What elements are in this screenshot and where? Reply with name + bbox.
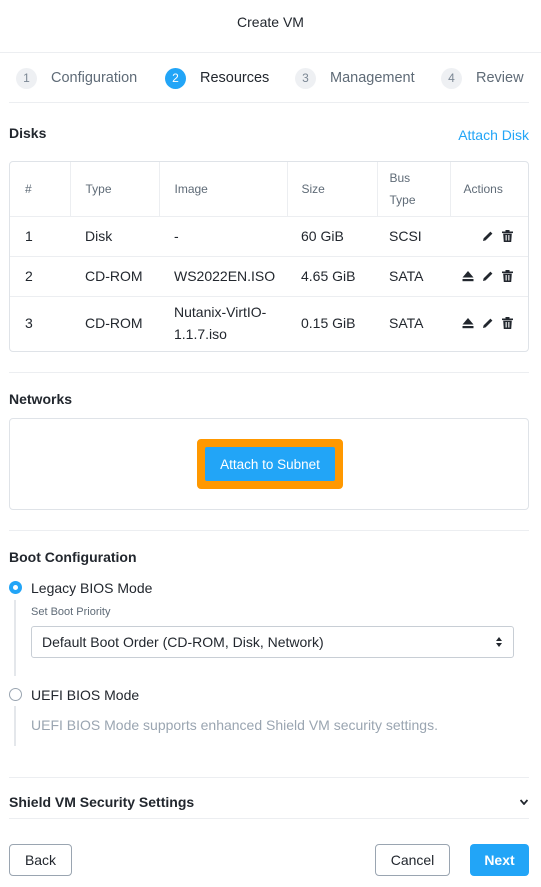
boot-config-title: Boot Configuration [9, 549, 137, 565]
edit-icon[interactable] [482, 270, 494, 282]
disks-title: Disks [9, 125, 47, 141]
table-header: # Type Image Size Bus Type Actions [10, 162, 528, 216]
cell-index: 3 [10, 295, 70, 350]
cell-type: CD-ROM [70, 255, 159, 296]
step-configuration[interactable]: 1 Configuration [16, 66, 137, 90]
uefi-bios-hint: UEFI BIOS Mode supports enhanced Shield … [31, 717, 438, 733]
title-divider [0, 52, 541, 53]
step-review[interactable]: 4 Review [441, 66, 524, 90]
boot-priority-label: Set Boot Priority [31, 606, 111, 618]
uefi-bios-label[interactable]: UEFI BIOS Mode [31, 687, 139, 703]
eject-icon[interactable] [462, 317, 474, 329]
boot-divider [9, 777, 529, 778]
step-number: 4 [441, 67, 462, 89]
step-resources[interactable]: 2 Resources [165, 66, 269, 90]
steps-divider [9, 102, 529, 103]
legacy-bios-radio[interactable] [9, 581, 22, 594]
col-image: Image [158, 162, 287, 216]
chevron-down-icon [520, 799, 528, 805]
disks-table: # Type Image Size Bus Type Actions 1 Disk… [9, 161, 529, 352]
delete-icon[interactable] [502, 317, 513, 330]
shield-vm-title: Shield VM Security Settings [9, 794, 195, 810]
cell-size: 0.15 GiB [287, 295, 377, 350]
attach-subnet-highlight: Attach to Subnet [197, 439, 343, 489]
table-row: 3 CD-ROM Nutanix-VirtIO- 1.1.7.iso 0.15 G… [10, 295, 528, 350]
cell-index: 2 [10, 255, 70, 296]
image-line2: 1.1.7.iso [174, 326, 227, 343]
cell-image: - [159, 215, 287, 256]
cell-actions [450, 215, 528, 256]
cell-actions [450, 295, 528, 350]
col-type: Type [69, 162, 159, 216]
step-label: Review [476, 70, 524, 86]
cell-bus: SATA [377, 295, 450, 350]
eject-icon[interactable] [462, 270, 474, 282]
edit-icon[interactable] [482, 230, 494, 242]
step-label: Configuration [51, 70, 138, 86]
step-label: Resources [200, 70, 270, 86]
step-label: Management [330, 70, 415, 86]
wizard-steps: 1 Configuration 2 Resources 3 Management… [0, 66, 541, 90]
step-number: 3 [295, 67, 316, 89]
cancel-button[interactable]: Cancel [375, 844, 450, 876]
col-bus-type: Bus Type [376, 162, 450, 216]
cell-type: Disk [70, 215, 159, 256]
next-button[interactable]: Next [470, 844, 529, 876]
table-row: 1 Disk - 60 GiB SCSI [10, 215, 528, 256]
table-row: 2 CD-ROM WS2022EN.ISO 4.65 GiB SATA [10, 255, 528, 296]
image-line1: Nutanix-VirtIO- [174, 304, 267, 321]
select-caret-icon [496, 637, 502, 647]
col-size: Size [286, 162, 377, 216]
delete-icon[interactable] [502, 230, 513, 242]
legacy-indent-line [14, 600, 16, 676]
legacy-bios-label[interactable]: Legacy BIOS Mode [31, 580, 152, 596]
attach-disk-link[interactable]: Attach Disk [458, 127, 529, 143]
col-actions: Actions [449, 162, 528, 216]
attach-to-subnet-button[interactable]: Attach to Subnet [205, 447, 335, 481]
col-bus-line2: Type [389, 192, 416, 207]
step-number: 2 [165, 67, 186, 89]
col-bus-line1: Bus [389, 170, 411, 185]
cell-index: 1 [10, 215, 70, 256]
cell-size: 4.65 GiB [287, 255, 377, 296]
uefi-bios-radio[interactable] [9, 688, 22, 701]
boot-priority-value: Default Boot Order (CD-ROM, Disk, Networ… [42, 634, 324, 650]
cell-type: CD-ROM [70, 295, 159, 350]
step-number: 1 [16, 67, 37, 89]
col-index: # [25, 181, 32, 196]
cell-image: Nutanix-VirtIO- 1.1.7.iso [159, 295, 287, 350]
cell-bus: SCSI [377, 215, 450, 256]
cell-actions [450, 255, 528, 296]
edit-icon[interactable] [482, 317, 494, 329]
delete-icon[interactable] [502, 270, 513, 282]
cell-image: WS2022EN.ISO [159, 255, 287, 296]
networks-divider [9, 530, 529, 531]
boot-priority-select[interactable]: Default Boot Order (CD-ROM, Disk, Networ… [31, 626, 514, 658]
shield-divider [9, 818, 529, 819]
cell-bus: SATA [377, 255, 450, 296]
back-button[interactable]: Back [9, 844, 72, 876]
shield-vm-section-toggle[interactable]: Shield VM Security Settings [0, 790, 541, 816]
uefi-indent-line [14, 706, 16, 746]
dialog-title: Create VM [237, 14, 304, 30]
step-management[interactable]: 3 Management [295, 66, 415, 90]
networks-title: Networks [9, 391, 73, 407]
disks-divider [9, 372, 529, 373]
cell-size: 60 GiB [287, 215, 377, 256]
